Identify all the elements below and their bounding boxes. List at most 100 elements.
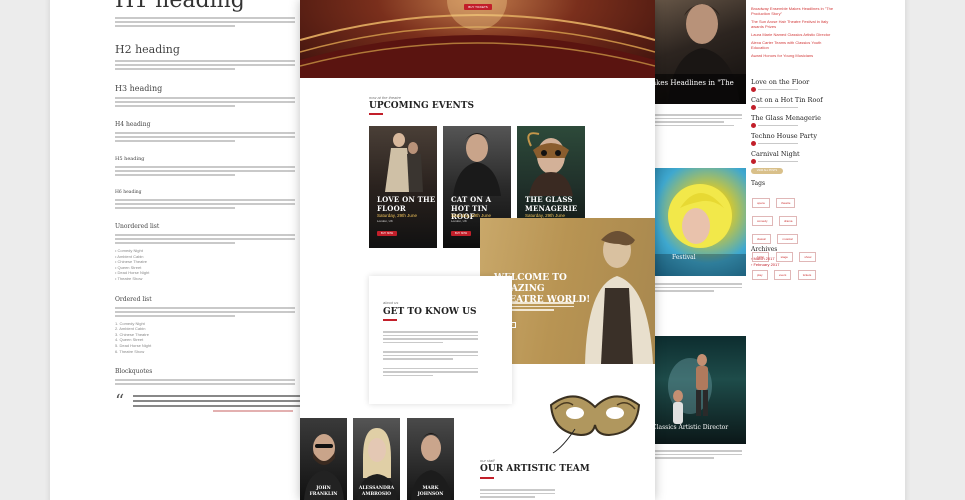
recent-link[interactable]: Production Story"	[751, 11, 901, 16]
tag[interactable]: classic	[752, 234, 772, 244]
event-title: LOVE ON THE FLOOR	[377, 195, 436, 213]
archives-title: Archives	[751, 246, 778, 253]
artistic-director-photo[interactable]: Classics Artistic Director	[650, 336, 746, 444]
unordered-list: • Comedy Night • Ambient Cabin • Chinese…	[115, 248, 305, 282]
post-excerpt	[654, 281, 744, 294]
feature-caption: Festival	[672, 254, 696, 261]
tag[interactable]: opera	[752, 198, 770, 208]
paragraph	[115, 234, 305, 244]
event-card[interactable]: LOVE ON THE FLOOR Saturday, 29th June Lo…	[369, 126, 437, 248]
team-text	[480, 487, 560, 500]
blockquotes-title: Blockquotes	[115, 368, 153, 376]
buy-now-button[interactable]: BUY NOW	[377, 231, 397, 236]
tag[interactable]: theatre	[776, 198, 796, 208]
title-underline	[369, 113, 383, 115]
h3-heading: H3 heading	[115, 84, 163, 93]
avatar	[751, 159, 756, 164]
ordered-list-title: Ordered list	[115, 295, 152, 303]
member-name: MARK JOHNSON	[417, 486, 444, 497]
ordered-list: 1. Comedy Night 2. Ambient Cabin 3. Chin…	[115, 321, 305, 355]
event-title: THE GLASS MENAGERIE	[525, 195, 578, 213]
tag[interactable]: tickets	[797, 270, 817, 280]
h5-heading: H5 heading	[115, 156, 145, 162]
buy-now-button[interactable]: BUY NOW	[451, 231, 471, 236]
post-item[interactable]: Techno House Party	[751, 132, 901, 146]
list-item: 6. Theatre Show	[115, 348, 145, 354]
archives-widget: Archives › March 2017 › February 2017	[751, 246, 831, 268]
tag[interactable]: drama	[778, 216, 798, 226]
events-title: UPCOMING EVENTS	[369, 101, 474, 111]
tag[interactable]: play	[752, 270, 768, 280]
festival-photo[interactable]: Festival	[650, 168, 746, 276]
masquerade-mask-icon	[549, 395, 641, 454]
h4-heading: H4 heading	[115, 121, 151, 128]
h6-heading: H6 heading	[115, 190, 142, 195]
feature-caption: Classics Artistic Director	[652, 424, 729, 431]
avatar	[751, 105, 756, 110]
paragraph	[115, 132, 305, 142]
event-date: Saturday, 29th June	[377, 213, 417, 218]
member-name: JOHN FRANKLIN	[309, 486, 338, 497]
tag[interactable]: musical	[777, 234, 798, 244]
member-name: ALESSANDRA AMBROSIO	[358, 486, 395, 497]
quote-icon: “	[115, 391, 125, 413]
recent-links: Broadway Ensemble Makes Headlines in "Th…	[751, 6, 901, 58]
tag[interactable]: event	[773, 270, 792, 280]
typography-page: H1 heading H2 heading H3 heading H4 head…	[50, 0, 305, 500]
recent-link[interactable]: Award Honors for Young Musicians	[751, 53, 901, 58]
post-title[interactable]: Cat on a Hot Tin Roof	[751, 96, 901, 104]
man-portrait-icon	[650, 4, 746, 104]
h1-heading: H1 heading	[115, 0, 245, 13]
team-member-card[interactable]: MARK JOHNSON	[407, 418, 454, 500]
title-underline	[383, 319, 397, 321]
post-title[interactable]: Techno House Party	[751, 132, 901, 140]
about-card: about us GET TO KNOW US	[369, 276, 512, 404]
archive-link[interactable]: › February 2017	[751, 262, 831, 268]
team-kicker: our staff	[480, 458, 495, 463]
post-title[interactable]: Carnival Night	[751, 150, 901, 158]
paragraph	[115, 97, 305, 107]
feature-photo[interactable]: akes Headlines in "The	[650, 0, 746, 104]
post-title[interactable]: The Glass Menagerie	[751, 114, 901, 122]
buy-tickets-button[interactable]: BUY TICKETS	[464, 4, 492, 10]
post-excerpt	[654, 448, 744, 461]
paragraph	[115, 306, 305, 317]
tag[interactable]: comedy	[752, 216, 773, 226]
recent-link[interactable]: awards Prizes	[751, 24, 901, 29]
about-text	[383, 329, 483, 378]
team-member-card[interactable]: ALESSANDRA AMBROSIO	[353, 418, 400, 500]
about-title: GET TO KNOW US	[383, 307, 477, 317]
blog-page: akes Headlines in "The Broadway Ensemble…	[650, 0, 905, 500]
woman-yellow-hair-icon	[650, 184, 746, 276]
feature-caption: akes Headlines in "The	[652, 79, 734, 87]
view-all-button[interactable]: VIEW ALL POSTS	[751, 168, 783, 174]
theatre-homepage: BUY TICKETS now at the theatre UPCOMING …	[300, 0, 655, 500]
paragraph	[115, 17, 305, 27]
post-item[interactable]: Carnival Night	[751, 150, 901, 164]
unordered-list-title: Unordered list	[115, 223, 160, 230]
post-title[interactable]: Love on the Floor	[751, 78, 901, 86]
team-title: OUR ARTISTIC TEAM	[480, 464, 590, 474]
avatar	[751, 123, 756, 128]
paragraph	[115, 60, 305, 70]
theatre-interior-icon	[300, 0, 655, 78]
post-excerpt	[654, 112, 744, 128]
avatar	[751, 141, 756, 146]
team-member-card[interactable]: JOHN FRANKLIN	[300, 418, 347, 500]
paragraph	[115, 166, 305, 176]
hero-section: BUY TICKETS	[300, 0, 655, 78]
event-place: London, UK	[377, 219, 393, 223]
title-underline	[480, 477, 494, 479]
recent-link[interactable]: Laura Marie Named Classics Artistic Dire…	[751, 32, 901, 37]
post-item[interactable]: Cat on a Hot Tin Roof	[751, 96, 901, 110]
event-place: London, UK	[451, 219, 467, 223]
tags-title: Tags	[751, 180, 766, 187]
paragraph	[115, 379, 305, 386]
recent-posts: Love on the Floor Cat on a Hot Tin Roof …	[751, 78, 901, 174]
post-item[interactable]: Love on the Floor	[751, 78, 901, 92]
couple-dancing-icon	[385, 133, 423, 192]
events-kicker: now at the theatre	[369, 95, 402, 100]
blockquote: “	[115, 391, 305, 413]
recent-link[interactable]: Education	[751, 45, 901, 50]
post-item[interactable]: The Glass Menagerie	[751, 114, 901, 128]
